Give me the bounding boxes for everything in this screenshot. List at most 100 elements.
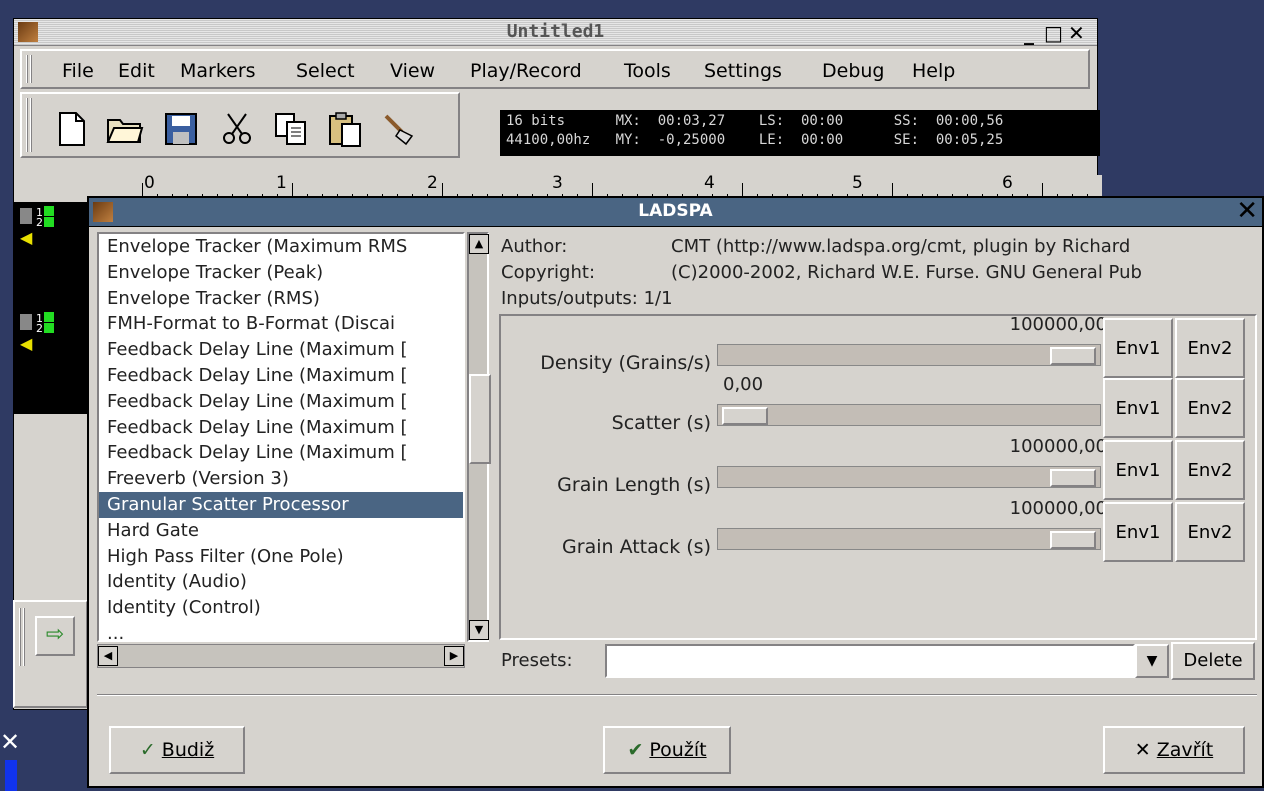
param-slider[interactable] [717,344,1101,366]
param-label: Grain Attack (s) [562,536,711,558]
close-button[interactable]: ✕ Zavřít [1103,726,1245,774]
plugin-list[interactable]: Envelope Tracker (Maximum RMS Envelope Tr… [97,232,465,642]
ok-label: Budiž [161,739,215,761]
param-value: 100000,00 [1009,314,1107,335]
close-icon[interactable]: ✕ [1068,21,1085,45]
param-env2-button[interactable]: Env2 [1175,502,1245,562]
menu-view[interactable]: View [390,60,435,82]
plugin-list-item[interactable]: Hard Gate [99,518,463,544]
ruler-label: 2 [427,173,438,193]
plugin-list-item[interactable]: Envelope Tracker (RMS) [99,286,463,312]
plugin-list-item[interactable]: Identity (Control) [99,595,463,621]
param-label: Scatter (s) [611,412,711,434]
menu-select[interactable]: Select [296,60,355,82]
ladspa-dialog: LADSPA ✕ Envelope Tracker (Maximum RMS En… [87,196,1264,788]
menu-help[interactable]: Help [912,60,955,82]
main-title-bar[interactable]: Untitled1 _ □ ✕ [14,19,1097,46]
slider-thumb[interactable] [1050,531,1096,549]
io-label: Inputs/outputs: [501,288,638,309]
plugin-list-item[interactable]: Freeverb (Version 3) [99,466,463,492]
param-slider[interactable] [717,404,1101,426]
author-value: CMT (http://www.ladspa.org/cmt, plugin b… [671,236,1131,257]
menu-settings[interactable]: Settings [704,60,782,82]
dialog-title: LADSPA [638,201,713,221]
status-line-2: 44100,00hz MY: -0,25000 LE: 00:00 SE: 00… [506,132,1004,148]
cut-icon[interactable] [218,110,256,148]
param-env2-button[interactable]: Env2 [1175,440,1245,500]
plugin-list-hscrollbar[interactable]: ◀ ▶ [97,644,465,668]
close-label: Zavřít [1156,739,1214,761]
track-2-level [44,323,54,333]
scroll-right-icon[interactable]: ▶ [444,646,464,666]
plugin-list-item[interactable]: Feedback Delay Line (Maximum [ [99,389,463,415]
apply-label: Použít [649,739,707,761]
ruler-label: 5 [852,173,863,193]
play-grip[interactable] [19,608,27,666]
plugin-list-item[interactable]: Envelope Tracker (Maximum RMS [99,234,463,260]
delete-preset-button[interactable]: Delete [1171,642,1255,680]
track-1-level [44,206,54,216]
plugin-list-item[interactable]: Envelope Tracker (Peak) [99,260,463,286]
menu-tools[interactable]: Tools [624,60,671,82]
presets-input[interactable] [605,644,1135,678]
menu-markers[interactable]: Markers [180,60,256,82]
save-icon[interactable] [162,110,200,148]
apply-button[interactable]: ✔ Použít [603,726,731,774]
plugin-list-item[interactable]: High Pass Filter (One Pole) [99,544,463,570]
paste-icon[interactable] [326,110,364,148]
slider-thumb[interactable] [1050,469,1096,487]
track-1-channel-label: 12 [36,206,43,229]
toolbar-grip[interactable] [26,98,34,152]
scroll-thumb[interactable] [469,374,491,464]
plugin-list-item[interactable]: Feedback Delay Line (Maximum [ [99,415,463,441]
play-arrow-icon[interactable]: ⇨ [35,616,75,656]
plugin-list-vscrollbar[interactable]: ▲ ▼ [467,232,491,642]
speaker-icon[interactable]: ◀ [20,334,32,353]
param-env1-button[interactable]: Env1 [1103,318,1173,378]
param-label: Density (Grains/s) [540,352,711,374]
maximize-icon[interactable]: □ [1044,21,1063,45]
menu-play-record[interactable]: Play/Record [470,60,582,82]
param-env1-button[interactable]: Env1 [1103,378,1173,438]
plugin-list-item[interactable]: Feedback Delay Line (Maximum [ [99,363,463,389]
scroll-down-icon[interactable]: ▼ [469,620,489,640]
plugin-list-item[interactable]: Feedback Delay Line (Maximum [ [99,440,463,466]
menu-file[interactable]: File [62,60,94,82]
menu-edit[interactable]: Edit [118,60,155,82]
menubar-grip[interactable] [26,55,34,83]
scroll-left-icon[interactable]: ◀ [98,646,118,666]
param-slider[interactable] [717,528,1101,550]
clear-brush-icon[interactable] [380,110,418,148]
close-icon[interactable]: ✕ [0,728,20,756]
param-slider[interactable] [717,466,1101,488]
menu-bar: File Edit Markers Select View Play/Recor… [20,49,1090,89]
minimize-icon[interactable]: _ [1024,21,1034,45]
copy-icon[interactable] [272,110,310,148]
plugin-list-item-selected[interactable]: Granular Scatter Processor [99,491,463,518]
param-env1-button[interactable]: Env1 [1103,502,1173,562]
plugin-list-item[interactable]: ... [99,621,463,640]
param-env1-button[interactable]: Env1 [1103,440,1173,500]
open-folder-icon[interactable] [106,110,144,148]
close-icon[interactable]: ✕ [1236,196,1258,226]
param-env2-button[interactable]: Env2 [1175,318,1245,378]
separator [97,694,1257,696]
copyright-value: (C)2000-2002, Richard W.E. Furse. GNU Ge… [671,262,1142,283]
plugin-list-item[interactable]: FMH-Format to B-Format (Discai [99,311,463,337]
dialog-title-bar[interactable]: LADSPA ✕ [89,196,1262,227]
ok-button[interactable]: ✓ Budiž [109,726,245,774]
slider-thumb[interactable] [722,407,768,425]
scroll-up-icon[interactable]: ▲ [469,234,489,254]
presets-label: Presets: [501,650,573,671]
menu-debug[interactable]: Debug [822,60,884,82]
presets-dropdown-icon[interactable]: ▼ [1135,644,1169,678]
plugin-list-item[interactable]: Identity (Audio) [99,569,463,595]
new-file-icon[interactable] [52,110,90,148]
speaker-icon[interactable]: ◀ [20,228,32,247]
ruler-label: 3 [552,173,563,193]
ruler-label: 1 [276,173,287,193]
slider-thumb[interactable] [1050,347,1096,365]
track-1-level [44,217,54,227]
param-env2-button[interactable]: Env2 [1175,378,1245,438]
plugin-list-item[interactable]: Feedback Delay Line (Maximum [ [99,337,463,363]
